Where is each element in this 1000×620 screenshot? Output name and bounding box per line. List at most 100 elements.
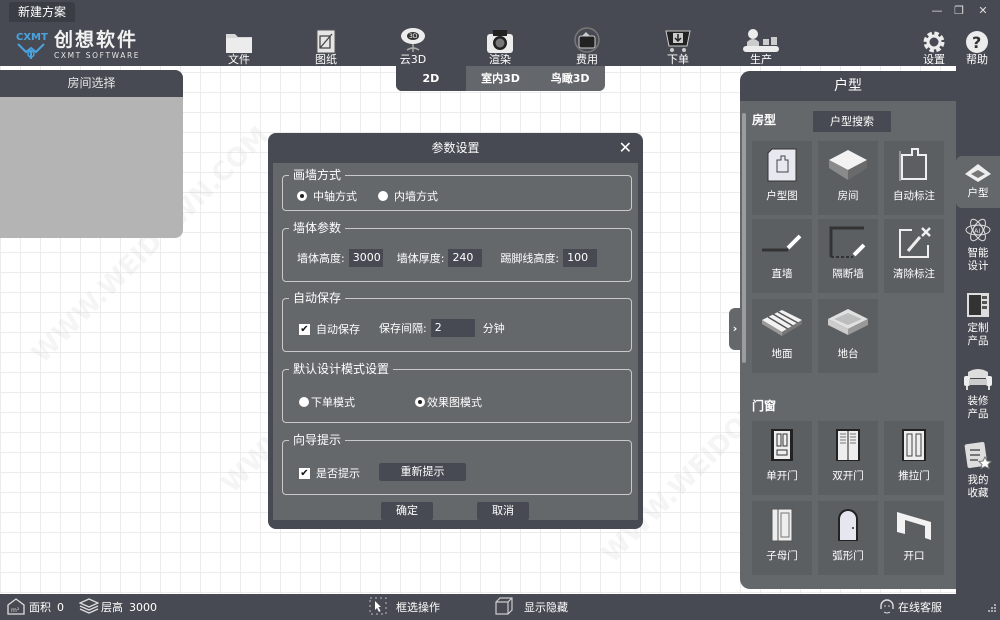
radio-button[interactable] [297,191,307,201]
checkbox[interactable]: ✔ [299,323,310,335]
section-house-type: 房型 [752,113,777,127]
close-window-button[interactable]: ✕ [974,3,992,19]
side-nav-custom-products[interactable]: 定制产品 [956,291,1000,348]
document-tab[interactable]: 新建方案 [9,2,76,22]
straight-wall-icon [752,219,812,267]
side-nav-smart-design[interactable]: AI 智能设计 [956,216,1000,273]
toolbar-settings[interactable]: 设置 [909,24,959,66]
wall-height-input[interactable]: 3000 [348,249,383,267]
parameter-settings-dialog: 参数设置 ✕ 画墙方式 中轴方式 内墙方式 墙体参数 墙体高度: 3000 墙体… [268,133,643,529]
toolbar-production[interactable]: 生产 [735,24,787,66]
toolbar-help[interactable]: ? 帮助 [955,24,999,66]
cancel-button[interactable]: 取消 [477,502,529,520]
radio-button[interactable] [299,397,309,407]
tile-room[interactable]: 房间 [818,141,878,215]
toolbar-order[interactable]: 下单 [652,24,704,66]
resize-grip-icon[interactable] [986,594,996,620]
restore-button[interactable]: ❐ [950,3,968,19]
toolbar-cost[interactable]: 费用 [561,24,613,66]
design-mode-group: 默认设计模式设置 下单模式 效果图模式 [282,361,632,423]
tile-auto-dimension[interactable]: 自动标注 [884,141,944,215]
ai-atom-icon: AI [956,216,1000,247]
tile-straight-wall[interactable]: 直墙 [752,219,812,293]
logo-cn-text: 创想软件 [54,28,139,51]
headset-icon [878,597,896,618]
guide-group: 向导提示 ✔ 是否提示 重新提示 [282,432,632,495]
online-service-button[interactable]: 在线客服 [878,594,942,620]
mother-son-door-icon [752,501,812,549]
tile-opening[interactable]: 开口 [884,501,944,575]
radio-order-mode[interactable]: 下单模式 [299,394,355,410]
sliding-door-icon [884,421,944,469]
help-icon: ? [955,24,999,54]
floorplan-icon [752,141,812,189]
section-doors-windows: 门窗 [752,399,777,413]
radio-center-axis[interactable]: 中轴方式 [297,188,357,204]
box-select-button[interactable]: 框选操作 [368,594,440,620]
toolbar-cloud-3d[interactable]: 3D 云3D [387,24,439,66]
floor-icon [752,299,812,347]
clear-dimension-icon [884,219,944,267]
panel-scrollbar[interactable] [742,113,746,363]
svg-text:3D: 3D [409,33,418,40]
area-indicator: m² 面积 0 [6,594,64,620]
radio-render-mode[interactable]: 效果图模式 [415,394,482,410]
tile-floor[interactable]: 地面 [752,299,812,373]
tile-platform[interactable]: 地台 [818,299,878,373]
toolbar-drawing[interactable]: 图纸 [300,24,352,66]
tile-double-door[interactable]: 双开门 [818,421,878,495]
side-nav-decoration-products[interactable]: 装修产品 [956,366,1000,421]
close-icon[interactable]: ✕ [619,133,632,163]
sofa-icon [956,366,1000,395]
room-panel-title: 房间选择 [0,70,183,97]
tile-clear-dimension[interactable]: 清除标注 [884,219,944,293]
radio-button[interactable] [415,397,425,407]
opening-icon [884,501,944,549]
drawing-icon [300,24,352,54]
house-area-icon: m² [6,597,26,618]
side-nav-favorites[interactable]: 我的收藏 [956,441,1000,500]
toolbar-file[interactable]: 文件 [213,24,265,66]
title-bar: 新建方案 — ❐ ✕ [0,0,1000,22]
wall-mode-group: 画墙方式 中轴方式 内墙方式 [282,167,632,211]
radio-inner-wall[interactable]: 内墙方式 [378,188,438,204]
gear-icon [909,24,959,54]
tile-sliding-door[interactable]: 推拉门 [884,421,944,495]
wall-params-group: 墙体参数 墙体高度: 3000 墙体厚度: 240 踢脚线高度: 100 [282,220,632,282]
camera-icon [474,24,526,54]
svg-text:CXMT: CXMT [16,32,48,43]
wall-thickness-input[interactable]: 240 [448,249,483,267]
toolbar-render[interactable]: 渲染 [474,24,526,66]
tile-floorplan[interactable]: 户型图 [752,141,812,215]
tile-arched-door[interactable]: 弧形门 [818,501,878,575]
ok-button[interactable]: 确定 [381,502,433,520]
house-type-icon [956,156,1000,187]
show-hide-button[interactable]: 显示隐藏 [494,594,568,620]
side-nav-house-type[interactable]: 户型 [956,156,1000,208]
tab-aerial-3d[interactable]: 鸟瞰3D [535,66,605,91]
tile-mother-son-door[interactable]: 子母门 [752,501,812,575]
house-search-button[interactable]: 户型搜索 [813,111,891,132]
tile-single-door[interactable]: 单开门 [752,421,812,495]
checkbox[interactable]: ✔ [299,467,310,479]
minimize-button[interactable]: — [928,3,946,19]
folder-icon [213,24,265,54]
logo-en-text: CXMT SOFTWARE [54,50,141,60]
save-interval-input[interactable]: 2 [430,319,475,337]
tab-2d[interactable]: 2D [396,66,466,91]
autosave-group: 自动保存 ✔ 自动保存 保存间隔: 2 分钟 [282,290,632,352]
show-guide-checkbox[interactable]: ✔ 是否提示 [299,465,360,481]
panel-title: 户型 [740,71,956,101]
logo-mark-icon: CXMT [14,28,48,60]
wallet-icon [561,24,613,54]
tab-interior-3d[interactable]: 室内3D [466,66,536,91]
tile-partition-wall[interactable]: 隔断墙 [818,219,878,293]
svg-text:m²: m² [11,607,20,614]
baseboard-height-input[interactable]: 100 [563,249,598,267]
reset-guide-button[interactable]: 重新提示 [379,463,466,481]
cloud-3d-icon: 3D [387,24,439,54]
autosave-checkbox[interactable]: ✔ 自动保存 [299,321,360,337]
cube-icon [494,596,514,619]
radio-button[interactable] [378,191,388,201]
floor-height-indicator: 层高 3000 [78,594,157,620]
